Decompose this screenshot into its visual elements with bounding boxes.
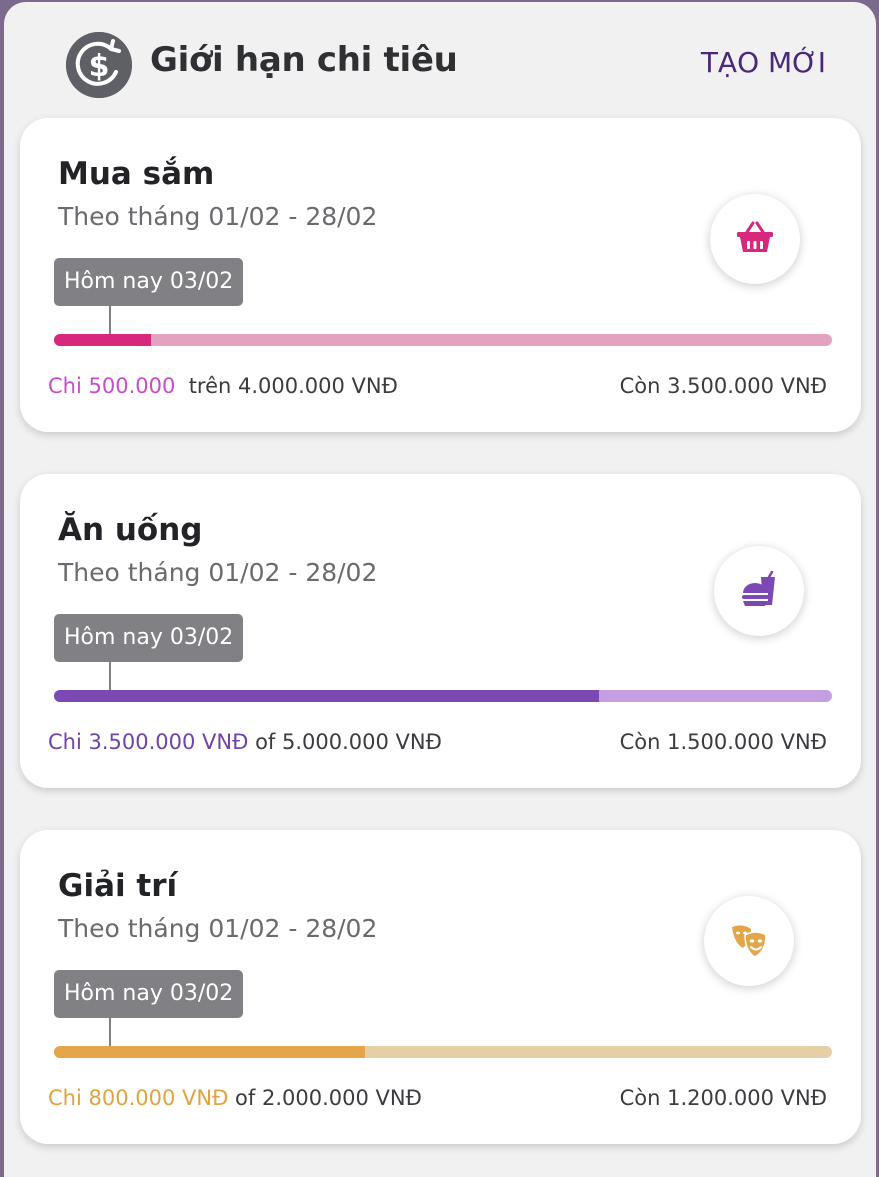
header: $ Giới hạn chi tiêu TẠO MỚI xyxy=(4,2,876,120)
page-title: Giới hạn chi tiêu xyxy=(150,40,458,80)
remaining-amount: Còn 1.500.000 VNĐ xyxy=(619,730,827,754)
budget-stats: Chi 800.000 VNĐ of 2.000.000 VNĐ Còn 1.2… xyxy=(48,1086,827,1110)
svg-text:$: $ xyxy=(89,49,110,84)
spending-limit-panel: $ Giới hạn chi tiêu TẠO MỚI Mua sắm Theo… xyxy=(4,2,876,1177)
budget-period: Theo tháng 01/02 - 28/02 xyxy=(58,914,378,943)
budget-period: Theo tháng 01/02 - 28/02 xyxy=(58,558,378,587)
remaining-amount: Còn 1.200.000 VNĐ xyxy=(619,1086,827,1110)
create-new-button[interactable]: TẠO MỚI xyxy=(701,46,826,79)
budget-card-shopping[interactable]: Mua sắm Theo tháng 01/02 - 28/02 Hôm nay… xyxy=(20,118,861,432)
spent-amount: Chi 500.000 xyxy=(48,374,176,398)
budget-card-entertainment[interactable]: Giải trí Theo tháng 01/02 - 28/02 Hôm na… xyxy=(20,830,861,1144)
today-marker xyxy=(109,1018,112,1046)
shopping-basket-icon xyxy=(710,194,800,284)
budget-progress-bar xyxy=(54,690,832,702)
spent-amount: Chi 3.500.000 VNĐ xyxy=(48,730,249,754)
budget-progress-bar xyxy=(54,334,832,346)
budget-progress-fill xyxy=(54,690,599,702)
budget-total: of 5.000.000 VNĐ xyxy=(255,730,442,754)
budget-stats: Chi 500.000 trên 4.000.000 VNĐ Còn 3.500… xyxy=(48,374,827,398)
burger-drink-icon xyxy=(714,546,804,636)
today-marker xyxy=(109,306,112,334)
remaining-amount: Còn 3.500.000 VNĐ xyxy=(619,374,827,398)
budget-total: trên 4.000.000 VNĐ xyxy=(188,374,398,398)
budget-name: Ăn uống xyxy=(58,512,203,548)
today-marker xyxy=(109,662,112,690)
budget-stats: Chi 3.500.000 VNĐ of 5.000.000 VNĐ Còn 1… xyxy=(48,730,827,754)
dollar-circle-icon: $ xyxy=(66,32,132,98)
theater-masks-icon xyxy=(704,896,794,986)
budget-progress-bar xyxy=(54,1046,832,1058)
budget-card-food[interactable]: Ăn uống Theo tháng 01/02 - 28/02 Hôm nay… xyxy=(20,474,861,788)
today-marker-label: Hôm nay 03/02 xyxy=(54,258,244,306)
budget-period: Theo tháng 01/02 - 28/02 xyxy=(58,202,378,231)
budget-name: Giải trí xyxy=(58,868,178,904)
budget-name: Mua sắm xyxy=(58,156,215,192)
spent-amount: Chi 800.000 VNĐ xyxy=(48,1086,229,1110)
today-marker-label: Hôm nay 03/02 xyxy=(54,614,244,662)
budget-total: of 2.000.000 VNĐ xyxy=(235,1086,422,1110)
budget-progress-fill xyxy=(54,1046,366,1058)
today-marker-label: Hôm nay 03/02 xyxy=(54,970,244,1018)
budget-progress-fill xyxy=(54,334,152,346)
